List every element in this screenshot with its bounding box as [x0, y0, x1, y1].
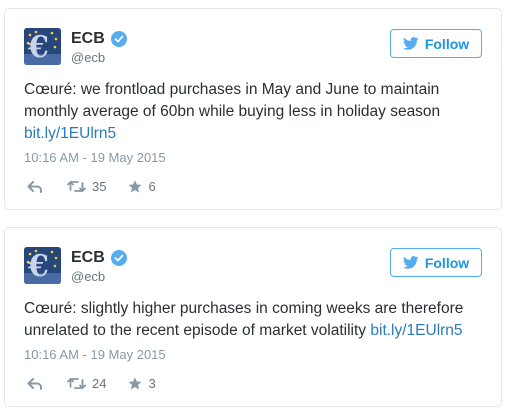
retweet-button[interactable]: 35: [67, 179, 106, 194]
retweet-icon: [67, 378, 86, 389]
reply-button[interactable]: [27, 377, 43, 390]
avatar[interactable]: €: [24, 28, 61, 65]
verified-badge-icon: [110, 250, 127, 266]
retweet-icon: [67, 181, 86, 192]
twitter-bird-icon: [402, 37, 419, 50]
favorite-star-icon: [128, 377, 142, 390]
tweet-timestamp[interactable]: 10:16 AM - 19 May 2015: [24, 150, 166, 165]
account-name-text: ECB: [71, 249, 105, 266]
account-handle[interactable]: @ecb: [71, 50, 105, 65]
tweet-timestamp[interactable]: 10:16 AM - 19 May 2015: [24, 347, 166, 362]
favorite-count: 3: [148, 376, 156, 391]
verified-badge-icon: [110, 31, 127, 47]
account-name-text: ECB: [71, 30, 105, 47]
account-name[interactable]: ECB: [71, 30, 127, 48]
tweet-text: Cœuré: slightly higher purchases in comi…: [24, 298, 494, 342]
tweet-card: € ECB @ecb Follow Cœuré: slightly higher…: [4, 227, 502, 407]
tweet-link[interactable]: bit.ly/1EUlrn5: [24, 125, 116, 142]
retweet-count: 35: [92, 179, 107, 194]
twitter-bird-icon: [402, 256, 419, 269]
tweet-link[interactable]: bit.ly/1EUlrn5: [370, 322, 462, 339]
retweet-button[interactable]: 24: [67, 376, 106, 391]
reply-icon: [27, 180, 42, 193]
follow-button-label: Follow: [424, 254, 470, 271]
favorite-star-icon: [128, 180, 142, 193]
favorite-button[interactable]: 3: [128, 376, 156, 391]
tweet-actions: 35 6: [27, 179, 156, 194]
ecb-logo-icon: €: [24, 247, 61, 284]
follow-button-label: Follow: [424, 35, 470, 52]
favorite-button[interactable]: 6: [128, 179, 156, 194]
ecb-logo-icon: €: [24, 28, 61, 65]
avatar[interactable]: €: [24, 247, 61, 284]
reply-button[interactable]: [27, 180, 43, 193]
account-name[interactable]: ECB: [71, 249, 127, 267]
favorite-count: 6: [148, 179, 156, 194]
retweet-count: 24: [92, 376, 107, 391]
account-handle[interactable]: @ecb: [71, 269, 105, 284]
follow-button[interactable]: Follow: [390, 29, 482, 58]
tweet-body: Cœuré: we frontload purchases in May and…: [24, 81, 441, 120]
follow-button[interactable]: Follow: [390, 248, 482, 277]
tweet-text: Cœuré: we frontload purchases in May and…: [24, 79, 494, 145]
reply-icon: [27, 377, 42, 390]
tweet-actions: 24 3: [27, 376, 156, 391]
tweet-card: € ECB @ecb Follow Cœuré: we frontload pu…: [4, 8, 502, 210]
